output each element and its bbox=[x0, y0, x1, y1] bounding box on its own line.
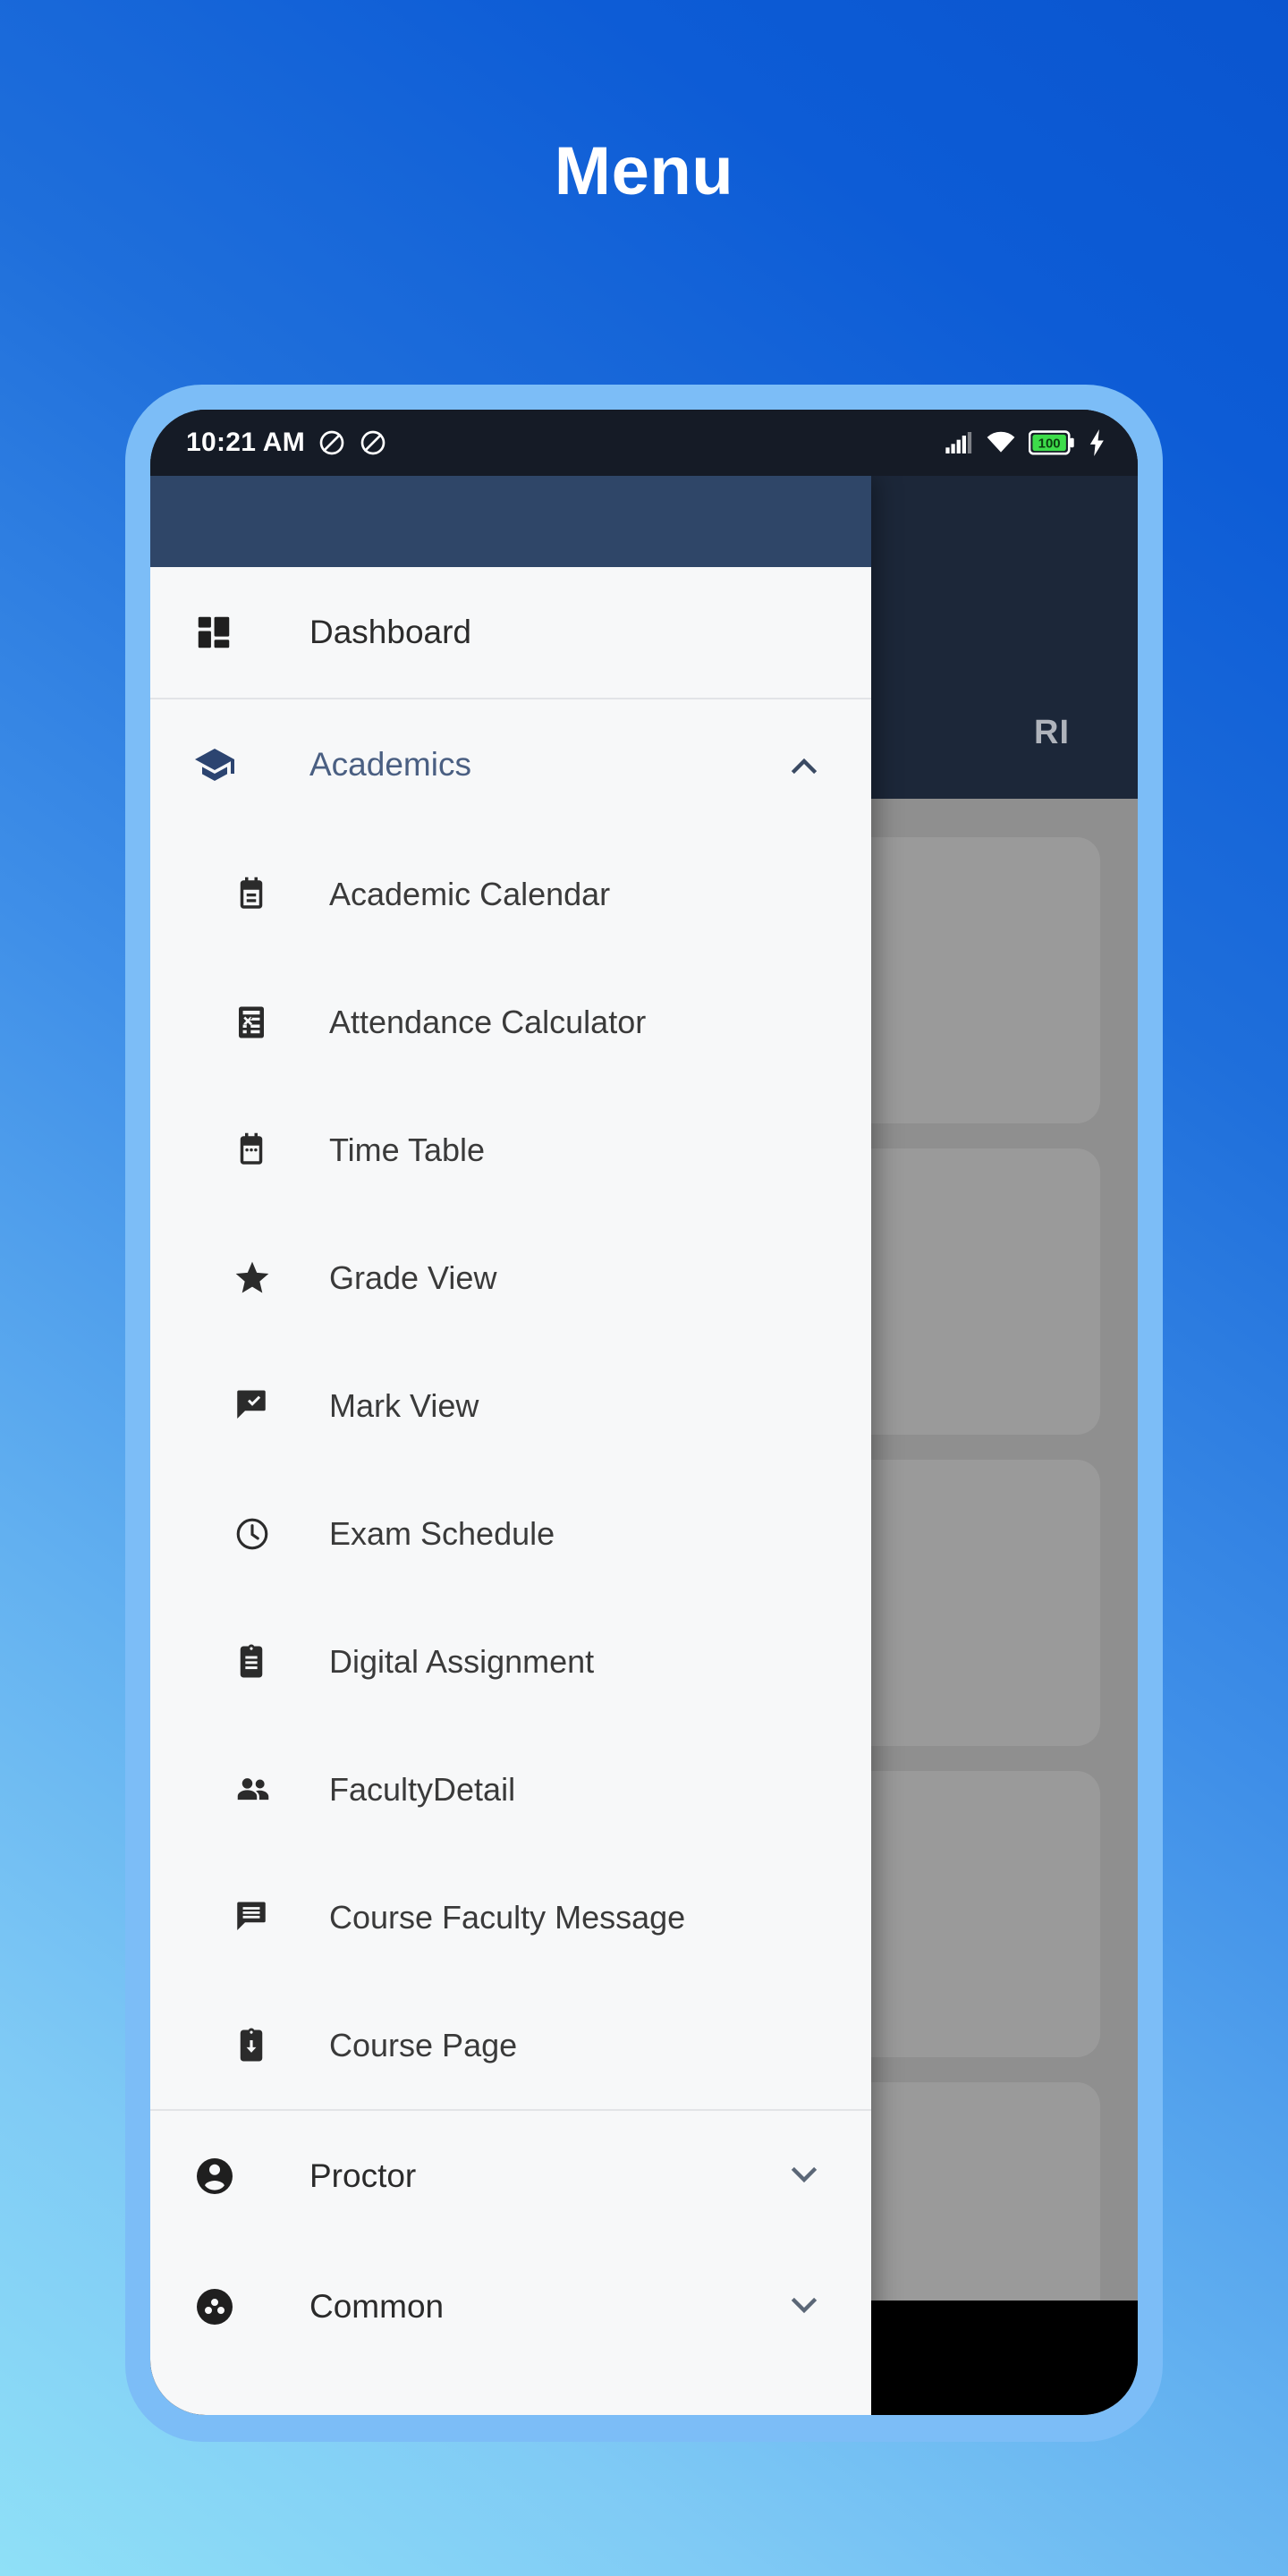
sidebar-subitem-label: Course Page bbox=[329, 2026, 518, 2063]
signal-icon bbox=[945, 430, 973, 455]
sidebar-item-label: Dashboard bbox=[309, 614, 472, 650]
sidebar-subitem-label: Grade View bbox=[329, 1258, 497, 1296]
sidebar-subitem-time-table[interactable]: Time Table bbox=[150, 1086, 871, 1214]
sidebar-subitem-label: FacultyDetail bbox=[329, 1770, 516, 1808]
message-lines-icon bbox=[233, 1899, 288, 1936]
status-bar: 10:21 AM 100 bbox=[150, 410, 1138, 476]
page-title: Menu bbox=[554, 133, 734, 209]
status-bar-left: 10:21 AM bbox=[186, 428, 387, 458]
calendar-icon bbox=[233, 1131, 288, 1169]
wifi-icon bbox=[986, 430, 1016, 455]
sidebar-subitem-label: Digital Assignment bbox=[329, 1642, 595, 1680]
dashboard-icon bbox=[193, 612, 258, 653]
account-circle-icon bbox=[193, 2155, 258, 2198]
navigation-drawer: Dashboard Academics Academic Calendar At… bbox=[150, 476, 871, 2415]
sidebar-subitem-course-faculty-message[interactable]: Course Faculty Message bbox=[150, 1853, 871, 1981]
drawer-header bbox=[150, 476, 871, 567]
sidebar-item-academics[interactable]: Academics bbox=[150, 699, 871, 830]
chevron-up-icon[interactable] bbox=[784, 744, 825, 785]
sidebar-item-label: Common bbox=[309, 2288, 445, 2325]
charging-bolt-icon bbox=[1088, 429, 1107, 456]
clipboard-icon bbox=[233, 1643, 288, 1681]
sidebar-subitem-label: Academic Calendar bbox=[329, 875, 611, 912]
status-bar-right: 100 bbox=[945, 429, 1107, 456]
message-check-icon bbox=[233, 1387, 288, 1425]
star-icon bbox=[233, 1258, 288, 1298]
mute-icon bbox=[359, 428, 387, 457]
sidebar-item-proctor[interactable]: Proctor bbox=[150, 2111, 871, 2241]
event-note-icon bbox=[233, 876, 288, 913]
sidebar-subitem-label: Exam Schedule bbox=[329, 1514, 555, 1552]
sidebar-subitem-label: Mark View bbox=[329, 1386, 479, 1424]
sidebar-subitem-digital-assignment[interactable]: Digital Assignment bbox=[150, 1597, 871, 1725]
chevron-down-icon[interactable] bbox=[784, 2286, 825, 2327]
school-cap-icon bbox=[193, 743, 258, 786]
phone-screen: RI % % % % bbox=[150, 410, 1138, 2415]
clock-icon bbox=[233, 1514, 288, 1554]
do-not-disturb-icon bbox=[318, 428, 346, 457]
people-icon bbox=[233, 1769, 288, 1810]
clipboard-download-icon bbox=[233, 2027, 288, 2064]
sidebar-subitem-faculty-detail[interactable]: FacultyDetail bbox=[150, 1725, 871, 1853]
sidebar-subitem-label: Attendance Calculator bbox=[329, 1003, 647, 1040]
sidebar-subitem-label: Course Faculty Message bbox=[329, 1898, 686, 1936]
group-work-icon bbox=[193, 2285, 258, 2328]
sidebar-subitem-academic-calendar[interactable]: Academic Calendar bbox=[150, 830, 871, 958]
sidebar-subitem-exam-schedule[interactable]: Exam Schedule bbox=[150, 1470, 871, 1597]
sidebar-item-label: Proctor bbox=[309, 2157, 417, 2194]
sidebar-item-label: Academics bbox=[309, 746, 471, 783]
drawer-menu-list: Dashboard Academics Academic Calendar At… bbox=[150, 567, 871, 2415]
background-appbar-title: RI bbox=[1034, 714, 1070, 751]
sidebar-item-dashboard[interactable]: Dashboard bbox=[150, 567, 871, 698]
sidebar-subitem-attendance-calculator[interactable]: Attendance Calculator bbox=[150, 958, 871, 1086]
sidebar-subitem-grade-view[interactable]: Grade View bbox=[150, 1214, 871, 1342]
battery-level-text: 100 bbox=[1038, 436, 1061, 452]
sidebar-subitem-label: Time Table bbox=[329, 1131, 486, 1168]
status-bar-clock: 10:21 AM bbox=[186, 428, 306, 457]
sidebar-item-common[interactable]: Common bbox=[150, 2241, 871, 2372]
battery-icon: 100 bbox=[1029, 429, 1075, 456]
sidebar-subitem-mark-view[interactable]: Mark View bbox=[150, 1342, 871, 1470]
calculator-icon bbox=[233, 1004, 288, 1041]
submenu-academics: Academic Calendar Attendance Calculator bbox=[150, 830, 871, 2109]
phone-frame: RI % % % % bbox=[125, 385, 1163, 2442]
chevron-down-icon[interactable] bbox=[784, 2156, 825, 2197]
sidebar-subitem-course-page[interactable]: Course Page bbox=[150, 1981, 871, 2109]
